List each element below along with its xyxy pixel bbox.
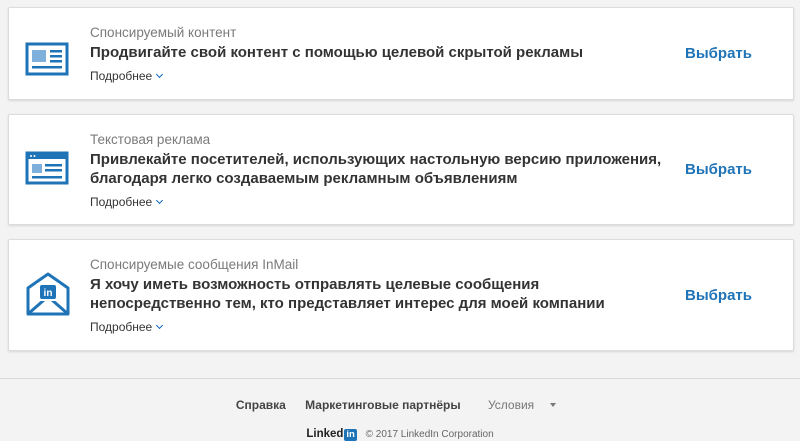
select-sponsored-content-button[interactable]: Выбрать xyxy=(685,45,752,62)
chevron-down-icon xyxy=(156,321,164,330)
logo-text: Linked xyxy=(306,428,344,440)
more-info-toggle[interactable]: Подробнее xyxy=(90,320,164,335)
footer-links: Справка Маркетинговые партнёры Условия xyxy=(0,398,800,412)
card-type-label: Спонсируемый контент xyxy=(90,25,237,40)
marketing-partners-link[interactable]: Маркетинговые партнёры xyxy=(305,398,460,412)
card-headline-line: Продвигайте свой контент с помощью целев… xyxy=(90,44,584,61)
linkedin-logo: Linked in xyxy=(306,428,357,441)
copyright-text: © 2017 LinkedIn Corporation xyxy=(365,429,494,440)
card-headline: Привлекайте посетителей, использующих на… xyxy=(90,150,663,188)
card-type-label: Текстовая реклама xyxy=(90,132,211,147)
chevron-down-icon xyxy=(156,70,164,79)
sponsored-inmail-card: in Спонсируемые сообщения InMail Я хочу … xyxy=(8,239,794,351)
footer-bottom: Linked in © 2017 LinkedIn Corporation xyxy=(0,428,800,441)
card-headline: Продвигайте свой контент с помощью целев… xyxy=(90,43,663,62)
text-ads-card: Текстовая реклама Привлекайте посетителе… xyxy=(8,114,794,225)
help-link[interactable]: Справка xyxy=(236,398,286,412)
card-headline-line: Я хочу иметь возможность отправлять целе… xyxy=(90,276,540,293)
card-headline-line: Привлекайте посетителей, использующих на… xyxy=(90,151,662,168)
newspaper-icon xyxy=(25,42,69,76)
sponsored-content-card: Спонсируемый контент Продвигайте свой ко… xyxy=(8,7,794,100)
card-headline-line: благодаря легко создаваемым рекламным об… xyxy=(90,170,518,187)
terms-label: Условия xyxy=(487,398,535,412)
terms-dropdown[interactable]: Условия xyxy=(480,398,564,412)
footer-divider xyxy=(0,378,800,379)
card-headline-line: непосредственно тем, кто представляет ин… xyxy=(90,295,605,312)
more-info-toggle[interactable]: Подробнее xyxy=(90,195,164,210)
more-info-label: Подробнее xyxy=(90,69,153,83)
linkedin-envelope-icon: in xyxy=(26,272,70,316)
more-info-label: Подробнее xyxy=(90,320,153,334)
select-sponsored-inmail-button[interactable]: Выбрать xyxy=(685,287,752,304)
browser-window-icon xyxy=(25,151,69,185)
more-info-toggle[interactable]: Подробнее xyxy=(90,69,164,84)
caret-down-icon xyxy=(550,403,557,407)
card-type-label: Спонсируемые сообщения InMail xyxy=(90,257,299,272)
chevron-down-icon xyxy=(156,196,164,205)
logo-in-badge: in xyxy=(344,429,357,441)
card-headline: Я хочу иметь возможность отправлять целе… xyxy=(90,275,663,313)
svg-text:in: in xyxy=(44,288,53,299)
select-text-ads-button[interactable]: Выбрать xyxy=(685,161,752,178)
more-info-label: Подробнее xyxy=(90,195,153,209)
